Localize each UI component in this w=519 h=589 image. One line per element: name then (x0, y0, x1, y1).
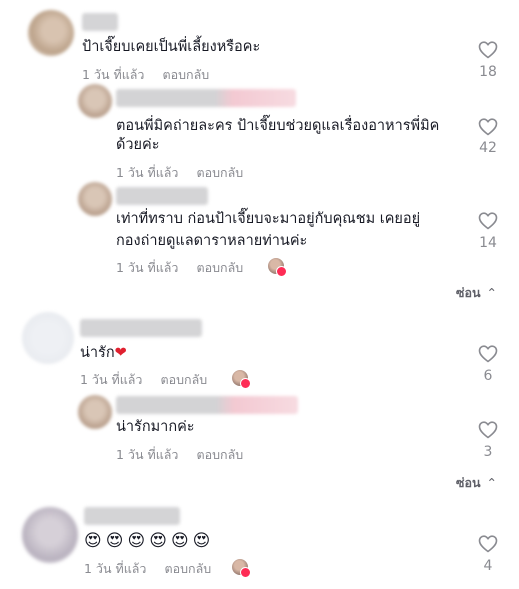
hide-label: ซ่อน (455, 475, 481, 490)
comment-time: 1 วัน ที่แล้ว (82, 67, 145, 82)
author-avatar-icon (232, 559, 251, 578)
reply-button[interactable]: ตอบกลับ (196, 260, 243, 275)
comment-text: น่ารัก❤ (80, 340, 127, 366)
username[interactable] (84, 507, 180, 525)
red-heart-emoji: ❤ (114, 345, 127, 361)
like-count: 14 (479, 235, 497, 251)
heart-outline-icon[interactable] (478, 344, 498, 364)
like-count: 18 (479, 64, 497, 80)
comment-time: 1 วัน ที่แล้ว (84, 561, 147, 576)
reply-button[interactable]: ตอบกลับ (196, 165, 243, 180)
heart-outline-icon[interactable] (478, 420, 498, 440)
reply-text-line-2: ด้วยค่ะ (116, 137, 160, 153)
comment-item: ป้าเจี๊ยบเคยเป็นพี่เลี้ยงหรือคะ 1 วัน ที… (0, 0, 519, 290)
reply-text-line-1: ตอนพี่มิคถ่ายละคร ป้าเจี๊ยบช่วยดูแลเรื่อ… (116, 118, 440, 134)
reply-button[interactable]: ตอบกลับ (196, 447, 243, 462)
author-avatar-icon (268, 258, 287, 277)
heart-outline-icon[interactable] (478, 211, 498, 231)
reply-button[interactable]: ตอบกลับ (162, 67, 209, 82)
comment-meta: 1 วัน ที่แล้ว ตอบกลับ (80, 370, 207, 390)
username[interactable] (116, 89, 296, 107)
reply-button[interactable]: ตอบกลับ (160, 372, 207, 387)
heart-eyes-emoji: 😍 (170, 531, 189, 551)
chevron-up-icon: ⌃ (486, 285, 497, 300)
reply-time: 1 วัน ที่แล้ว (116, 260, 179, 275)
avatar[interactable] (78, 84, 112, 118)
hide-replies-button[interactable]: ซ่อน ⌃ (456, 473, 497, 493)
comment-text-content: น่ารัก (80, 345, 115, 361)
username[interactable] (82, 13, 118, 31)
comment-meta: 1 วัน ที่แล้ว ตอบกลับ (82, 65, 209, 85)
heart-eyes-emoji: 😍 (149, 531, 167, 551)
heart-outline-icon[interactable] (478, 534, 498, 554)
comment-text: ป้าเจี๊ยบเคยเป็นพี่เลี้ยงหรือคะ (82, 39, 261, 55)
heart-outline-icon[interactable] (478, 40, 498, 60)
reply-button[interactable]: ตอบกลับ (164, 561, 211, 576)
heart-eyes-emoji: 😍 (127, 531, 146, 551)
username[interactable] (116, 396, 298, 414)
reply-time: 1 วัน ที่แล้ว (116, 165, 179, 180)
reply-meta: 1 วัน ที่แล้ว ตอบกลับ (116, 445, 243, 465)
heart-eyes-emoji: 😍 (105, 531, 124, 551)
comment-item: น่ารัก❤ 1 วัน ที่แล้ว ตอบกลับ 6 น่ารักมาก… (0, 300, 519, 470)
username[interactable] (80, 319, 202, 337)
reply-meta: 1 วัน ที่แล้ว ตอบกลับ (116, 163, 243, 183)
reply-time: 1 วัน ที่แล้ว (116, 447, 179, 462)
author-avatar-icon (232, 370, 251, 389)
reply-meta: 1 วัน ที่แล้ว ตอบกลับ (116, 258, 243, 278)
comment-meta: 1 วัน ที่แล้ว ตอบกลับ (84, 559, 211, 579)
comment-item: 😍 😍 😍 😍 😍 😍 1 วัน ที่แล้ว ตอบกลับ 4 (0, 495, 519, 589)
username[interactable] (116, 187, 208, 205)
avatar[interactable] (22, 507, 78, 563)
avatar[interactable] (78, 395, 112, 429)
emoji-comment: 😍 😍 😍 😍 😍 😍 (84, 528, 214, 554)
like-count: 4 (483, 558, 493, 574)
chevron-up-icon: ⌃ (486, 475, 497, 490)
comment-time: 1 วัน ที่แล้ว (80, 372, 143, 387)
reply-text: น่ารักมากค่ะ (116, 419, 195, 435)
hide-label: ซ่อน (455, 285, 481, 300)
like-count: 6 (483, 368, 493, 384)
reply-text-line-2: กองถ่ายดูแลดาราหลายท่านค่ะ (116, 233, 308, 249)
heart-eyes-emoji: 😍 (192, 531, 211, 551)
avatar[interactable] (22, 312, 74, 364)
avatar[interactable] (28, 10, 74, 56)
avatar[interactable] (78, 182, 112, 216)
heart-eyes-emoji: 😍 (84, 531, 102, 551)
like-count: 42 (479, 140, 497, 156)
like-count: 3 (483, 444, 493, 460)
heart-outline-icon[interactable] (478, 117, 498, 137)
